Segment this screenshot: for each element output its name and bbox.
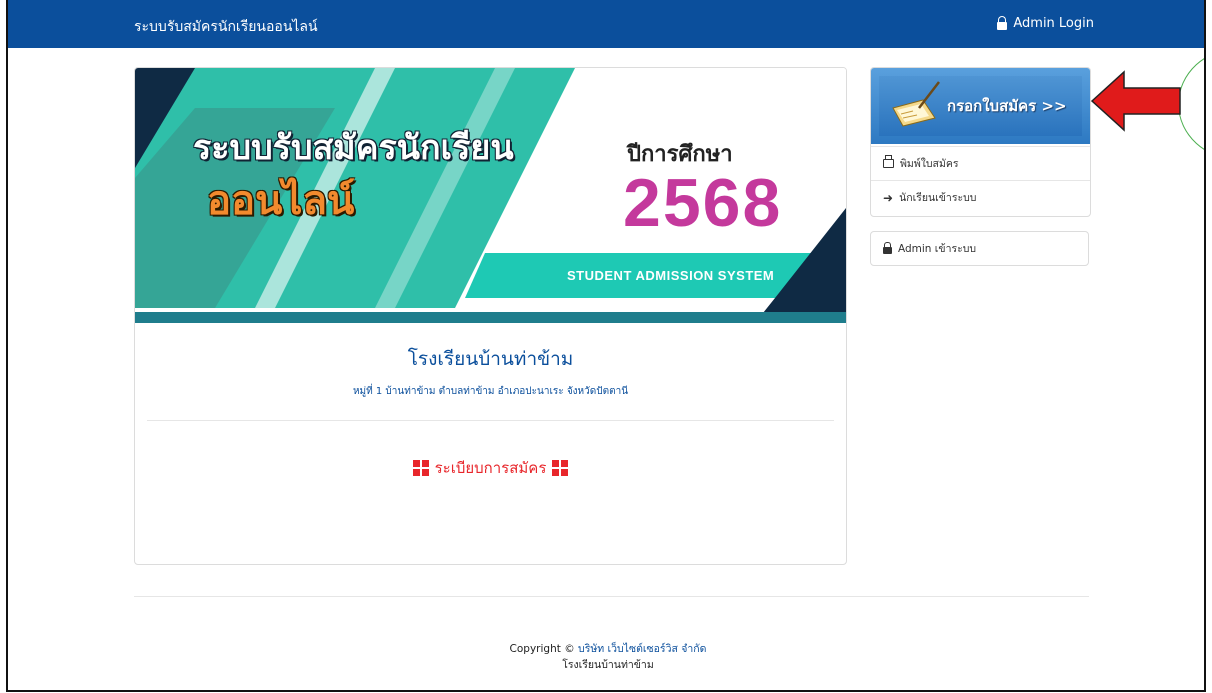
- rules-heading: ระเบียบการสมัคร: [135, 456, 846, 480]
- apply-button-label: กรอกใบสมัคร >>: [947, 97, 1067, 115]
- page-frame: ระบบรับสมัครนักเรียนออนไลน์ Admin Login …: [6, 0, 1206, 692]
- banner-title-line1: ระบบรับสมัครนักเรียน: [193, 128, 514, 168]
- print-icon: [883, 155, 894, 168]
- th-large-icon: [412, 460, 429, 476]
- rules-title: ระเบียบการสมัคร: [434, 459, 547, 477]
- divider: [147, 420, 834, 421]
- school-address: หมู่ที่ 1 บ้านท่าข้าม ตำบลท่าข้าม อำเภอป…: [352, 386, 629, 397]
- school-name: โรงเรียนบ้านท่าข้าม: [407, 348, 574, 370]
- admin-login-label: Admin Login: [1013, 16, 1094, 31]
- admin-box-label: Admin เข้าระบบ: [898, 243, 977, 255]
- sidebar-item-label: พิมพ์ใบสมัคร: [900, 158, 959, 170]
- footer-copyright: Copyright © บริษัท เว็บไซต์เซอร์วิส จำกั…: [8, 640, 1204, 657]
- site-brand[interactable]: ระบบรับสมัครนักเรียนออนไลน์: [134, 16, 318, 38]
- sidebar-item-label: นักเรียนเข้าระบบ: [899, 192, 977, 204]
- copyright-prefix: Copyright ©: [509, 643, 575, 655]
- banner-title-line2: ออนไลน์: [207, 178, 355, 224]
- banner-subtitle: STUDENT ADMISSION SYSTEM: [567, 268, 775, 283]
- annotation-arrow-icon: [1090, 70, 1181, 132]
- admin-login-box[interactable]: Admin เข้าระบบ: [870, 231, 1089, 266]
- main-panel: ระบบรับสมัครนักเรียน ออนไลน์ ปีการศึกษา …: [134, 67, 847, 565]
- footer-school-name: โรงเรียนบ้านท่าข้าม: [562, 659, 654, 671]
- company-link[interactable]: บริษัท เว็บไซต์เซอร์วิส จำกัด: [578, 643, 706, 655]
- admission-banner: ระบบรับสมัครนักเรียน ออนไลน์ ปีการศึกษา …: [135, 68, 846, 323]
- th-large-icon: [552, 460, 569, 476]
- academic-year: 2568: [623, 165, 783, 241]
- lock-icon: [997, 15, 1008, 30]
- top-navbar: ระบบรับสมัครนักเรียนออนไลน์ Admin Login: [8, 0, 1204, 48]
- annotation-circle: [1178, 48, 1204, 160]
- sidebar-menu: กรอกใบสมัคร >> พิมพ์ใบสมัคร ➜ นักเรียนเข…: [870, 67, 1091, 217]
- footer-divider: [134, 596, 1089, 597]
- lock-icon: [883, 242, 892, 254]
- sidebar-item-student-login[interactable]: ➜ นักเรียนเข้าระบบ: [871, 180, 1090, 214]
- admin-login-link[interactable]: Admin Login: [997, 15, 1094, 31]
- login-icon: ➜: [883, 190, 894, 205]
- apply-form-button[interactable]: กรอกใบสมัคร >>: [871, 68, 1090, 144]
- form-pen-icon: [892, 81, 940, 127]
- sidebar-item-print-form[interactable]: พิมพ์ใบสมัคร: [871, 146, 1090, 180]
